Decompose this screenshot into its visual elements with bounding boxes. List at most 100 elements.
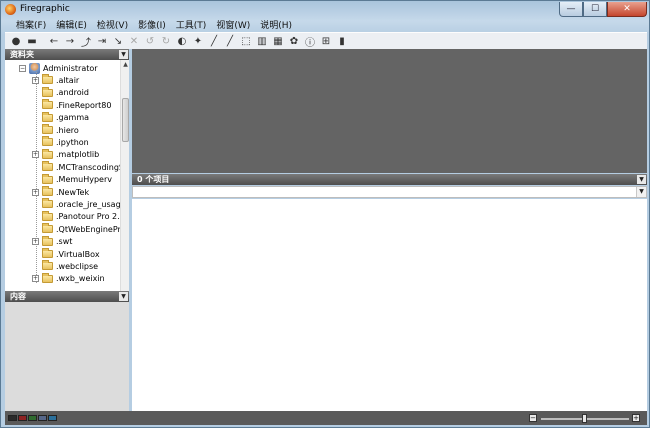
menu-item-1[interactable]: 编辑(E) [51, 20, 92, 32]
tree-item-folder[interactable]: .hiero [32, 124, 79, 136]
delete-icon[interactable]: ✕ [127, 34, 141, 48]
tree-item-folder[interactable]: + .swt [32, 235, 73, 248]
expand-icon[interactable]: + [32, 188, 39, 196]
folder-tree[interactable]: − Administrator + .altair .android .FineRepor… [5, 60, 120, 324]
menu-item-3[interactable]: 影像(I) [133, 20, 171, 32]
file-filter-select[interactable]: ▼ [132, 186, 647, 198]
move-icon[interactable]: ↘ [111, 34, 125, 48]
color-swatch-3[interactable] [38, 415, 47, 421]
expand-icon[interactable]: + [32, 76, 39, 84]
tree-item-folder[interactable]: + .matplotlib [32, 148, 100, 161]
eyedropper-icon[interactable]: ╱ [207, 34, 221, 48]
export-icon[interactable]: ⇥ [95, 34, 109, 48]
batch-icon[interactable]: ⊞ [319, 34, 333, 48]
tree-item-label: .wxb_weixin [56, 274, 105, 284]
rotate-right-icon[interactable]: ↻ [159, 34, 173, 48]
color-swatch-1[interactable] [18, 415, 27, 421]
minimize-button[interactable]: — [559, 2, 583, 17]
magic-wand-icon[interactable]: ✦ [191, 34, 205, 48]
tree-item-folder[interactable]: .android [32, 86, 89, 99]
tree-item-folder[interactable]: .oracle_jre_usage [32, 198, 120, 210]
menu-item-4[interactable]: 工具(T) [171, 20, 212, 32]
content-pane-dropdown-button[interactable]: ▼ [119, 292, 128, 301]
up-folder-icon[interactable]: ⤴ [79, 34, 93, 49]
tree-item-folder[interactable]: .gamma [32, 111, 89, 124]
expand-icon[interactable]: + [32, 151, 39, 159]
tree-item-label: .ipython [56, 137, 89, 147]
tree-root-administrator[interactable]: − Administrator [19, 62, 98, 74]
status-bar: − + [5, 411, 647, 425]
tree-item-folder[interactable]: + .NewTek [32, 186, 89, 198]
folder-icon [42, 136, 53, 147]
color-swatch-0[interactable] [8, 415, 17, 421]
list-header-dropdown-button[interactable]: ▼ [637, 175, 646, 184]
tree-item-folder[interactable]: .FineReport80 [32, 99, 111, 111]
folder-icon [42, 260, 53, 271]
settings-icon[interactable]: ✿ [287, 34, 301, 48]
folder-icon [42, 124, 53, 134]
image-preview-area[interactable] [132, 49, 647, 173]
close-button[interactable]: ✕ [607, 2, 647, 17]
tree-item-folder[interactable]: + .altair [32, 74, 79, 86]
menu-item-5[interactable]: 视窗(W) [211, 20, 255, 32]
folder-icon [42, 161, 53, 172]
tree-item-folder[interactable]: .webclipse [32, 260, 98, 272]
folder-icon [42, 148, 53, 159]
folder-icon [42, 272, 53, 283]
tree-item-label: .VirtualBox [56, 249, 100, 259]
select-rect-icon[interactable]: ⬚ [239, 34, 253, 48]
zoom-out-button[interactable]: − [529, 414, 537, 422]
zoom-in-button[interactable]: + [632, 414, 640, 422]
content-properties-area [5, 302, 129, 411]
menu-item-6[interactable]: 说明(H) [255, 20, 297, 32]
scroll-up-arrow-icon[interactable]: ▲ [121, 60, 130, 69]
printer-icon[interactable]: ▬ [25, 34, 39, 48]
folder-icon [42, 210, 53, 221]
menu-bar: 档案(F) 编辑(E) 检视(V) 影像(I) 工具(T) 视窗(W) 说明(H) [5, 20, 297, 32]
tree-item-label: .webclipse [56, 261, 99, 271]
maximize-button[interactable]: ☐ [583, 2, 607, 17]
contrast-icon[interactable]: ◐ [175, 34, 189, 48]
filmstrip-icon[interactable]: ▦ [271, 34, 285, 48]
expand-icon[interactable]: + [32, 238, 39, 246]
scanner-icon[interactable]: ● [9, 34, 23, 48]
expand-icon[interactable]: + [32, 275, 39, 283]
levels-icon[interactable]: ▮ [335, 34, 349, 48]
folder-tree-vertical-scrollbar[interactable]: ▲ ▼ [120, 60, 129, 324]
color-swatch-2[interactable] [28, 415, 37, 421]
color-swatch-4[interactable] [48, 415, 57, 421]
tree-item-folder[interactable]: .QtWebEngineProce [32, 223, 120, 235]
info-icon[interactable]: ⓘ [303, 34, 317, 49]
folder-icon [42, 74, 53, 85]
menu-item-0[interactable]: 档案(F) [5, 20, 51, 32]
left-pane: 资料夹 ▼ − Administrator + .altair .android .Fin… [5, 49, 129, 411]
user-folder-icon [29, 62, 40, 74]
zoom-slider-thumb[interactable] [582, 414, 587, 423]
tree-item-label: .matplotlib [56, 150, 100, 160]
histogram-icon[interactable]: ▥ [255, 34, 269, 48]
tree-item-folder[interactable]: .MemuHyperv [32, 173, 113, 186]
forward-icon[interactable]: → [63, 34, 77, 48]
vertical-scroll-thumb[interactable] [122, 98, 129, 142]
tree-item-folder[interactable]: .VirtualBox [32, 248, 100, 260]
tree-item-folder[interactable]: .MCTranscodingSD [32, 161, 120, 173]
tree-item-label: .MemuHyperv [56, 175, 113, 185]
folder-icon [42, 86, 53, 97]
back-icon[interactable]: ← [47, 34, 61, 48]
collapse-icon[interactable]: − [19, 64, 26, 72]
folder-icon [42, 248, 53, 258]
rotate-left-icon[interactable]: ↺ [143, 34, 157, 48]
title-bar[interactable]: Firegraphic — ☐ ✕ [1, 1, 650, 19]
folders-pane-dropdown-button[interactable]: ▼ [119, 50, 128, 59]
menu-item-2[interactable]: 检视(V) [92, 20, 133, 32]
tree-item-folder[interactable]: .ipython [32, 136, 89, 148]
line-icon[interactable]: ╱ [223, 34, 237, 48]
tree-item-folder[interactable]: .Panotour Pro 2.5 [32, 210, 120, 223]
item-count-label: 0 个项目 [137, 175, 170, 184]
folder-icon [42, 111, 53, 122]
tree-item-label: .swt [56, 237, 73, 247]
file-thumbnail-list[interactable] [132, 199, 647, 411]
tree-item-folder[interactable]: + .wxb_weixin [32, 272, 105, 285]
tree-item-label: .MCTranscodingSD [56, 162, 120, 172]
filter-dropdown-arrow-icon[interactable]: ▼ [636, 187, 646, 197]
